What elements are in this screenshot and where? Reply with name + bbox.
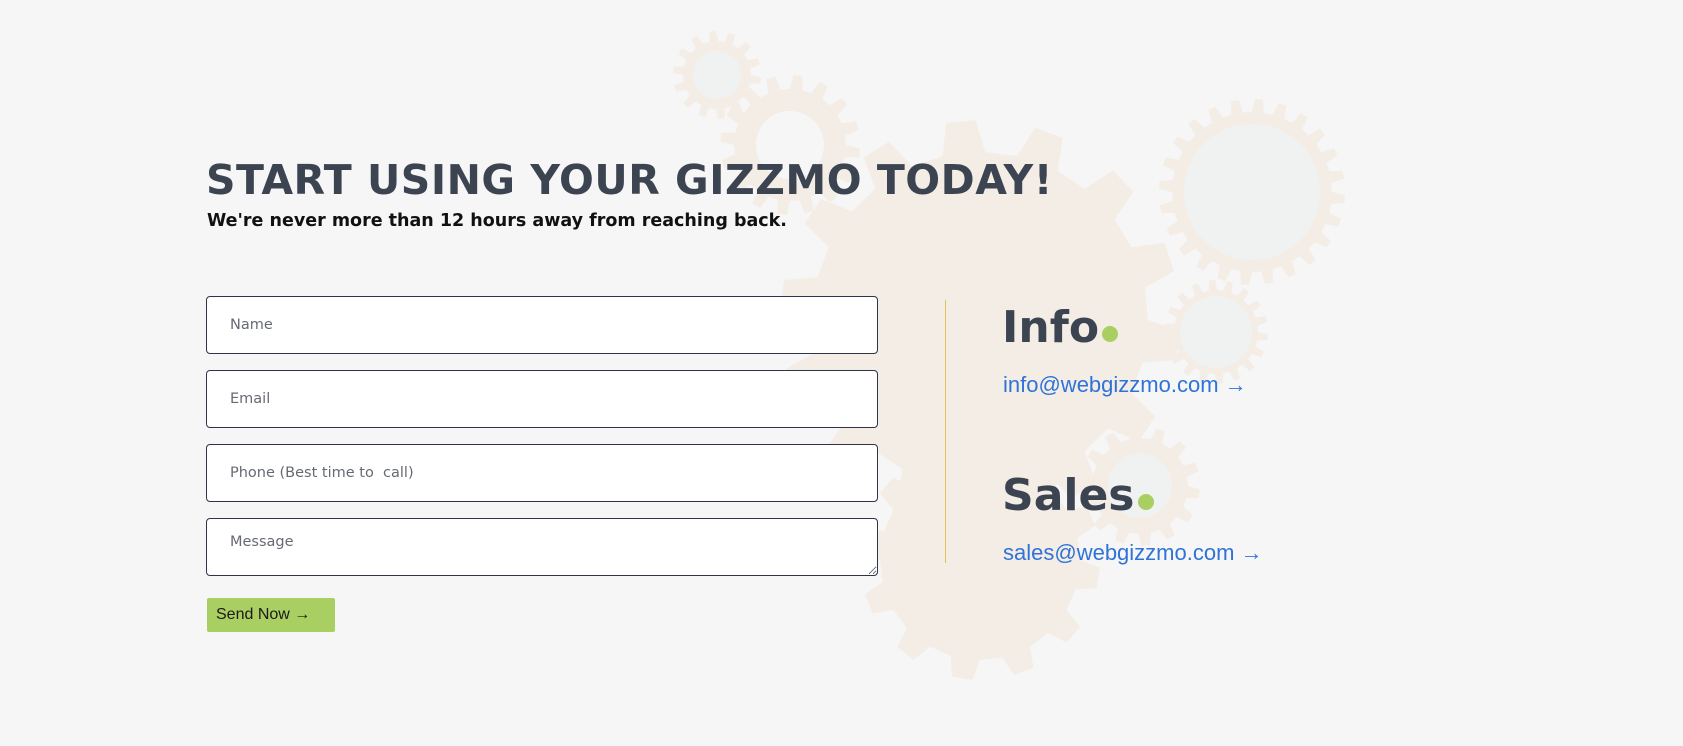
info-dot-icon (1102, 326, 1119, 342)
page-subtitle: We're never more than 12 hours away from… (207, 211, 787, 231)
sales-title-text: Sales (1002, 470, 1135, 521)
gear-icon (1164, 280, 1268, 384)
message-textarea[interactable] (206, 518, 878, 576)
email-input[interactable] (206, 370, 878, 428)
gear-icon (673, 31, 761, 119)
sales-section-title: Sales (1002, 474, 1154, 518)
send-now-button[interactable]: Send Now → (207, 598, 335, 632)
vertical-divider (945, 300, 946, 563)
info-title-text: Info (1002, 302, 1100, 353)
contact-page: START USING YOUR GIZZMO TODAY! We're nev… (0, 0, 1683, 746)
sales-email-link[interactable]: sales@webgizzmo.com → (1003, 540, 1263, 566)
name-input[interactable] (206, 296, 878, 354)
page-title: START USING YOUR GIZZMO TODAY! (206, 156, 1053, 204)
gear-icon (1159, 99, 1345, 285)
info-section-title: Info (1002, 306, 1119, 350)
phone-input[interactable] (206, 444, 878, 502)
sales-dot-icon (1137, 494, 1154, 510)
info-email-link[interactable]: info@webgizzmo.com → (1003, 372, 1247, 398)
